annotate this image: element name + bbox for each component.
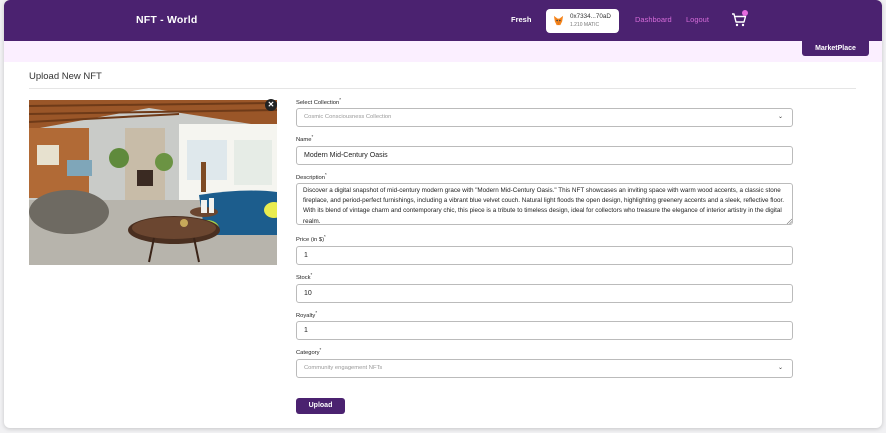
stock-input[interactable]: 10 — [296, 284, 793, 303]
wallet-balance: 1.210 MATIC — [570, 22, 600, 28]
category-value: Community engagement NFTs — [304, 365, 383, 371]
close-icon: ✕ — [267, 100, 275, 109]
username[interactable]: Fresh — [511, 15, 531, 24]
price-label: Price (in $)* — [296, 234, 326, 243]
title-divider — [29, 88, 856, 89]
category-select[interactable]: Community engagement NFTs ⌄ — [296, 359, 793, 378]
price-input[interactable]: 1 — [296, 246, 793, 265]
cart-badge — [742, 10, 748, 16]
nft-image-preview — [29, 100, 277, 265]
chevron-down-icon: ⌄ — [777, 114, 783, 120]
dashboard-link[interactable]: Dashboard — [635, 15, 672, 24]
description-label: Description* — [296, 172, 327, 181]
page-title: Upload New NFT — [29, 71, 102, 82]
interior-photo — [29, 100, 277, 265]
collection-select[interactable]: Cosmic Consciousness Collection ⌄ — [296, 108, 793, 127]
collection-value: Cosmic Consciousness Collection — [304, 114, 392, 120]
description-textarea[interactable]: Discover a digital snapshot of mid-centu… — [296, 183, 793, 225]
wallet-badge[interactable]: 0x7334...70aD 1.210 MATIC — [546, 9, 619, 33]
wallet-address: 0x7334...70aD — [570, 13, 611, 20]
royalty-input[interactable]: 1 — [296, 321, 793, 340]
collection-label: Select Collection* — [296, 97, 341, 106]
stock-label: Stock* — [296, 272, 313, 281]
sub-bar — [4, 41, 882, 62]
category-label: Category* — [296, 347, 322, 356]
upload-button[interactable]: Upload — [296, 398, 345, 414]
remove-image-button[interactable]: ✕ — [265, 99, 277, 111]
chevron-down-icon: ⌄ — [777, 365, 783, 371]
app-window: NFT - World Fresh 0x7334...70aD 1.210 MA… — [4, 0, 882, 428]
brand-logo[interactable]: NFT - World — [136, 14, 198, 26]
logout-link[interactable]: Logout — [686, 15, 709, 24]
resize-handle-icon[interactable] — [786, 218, 792, 224]
royalty-label: Royalty* — [296, 310, 318, 319]
name-input[interactable]: Modern Mid-Century Oasis — [296, 146, 793, 165]
top-navbar: NFT - World Fresh 0x7334...70aD 1.210 MA… — [4, 0, 882, 41]
name-label: Name* — [296, 134, 314, 143]
marketplace-button[interactable]: MarketPlace — [802, 41, 869, 56]
cart-button[interactable] — [731, 10, 749, 28]
metamask-fox-icon — [553, 15, 564, 26]
